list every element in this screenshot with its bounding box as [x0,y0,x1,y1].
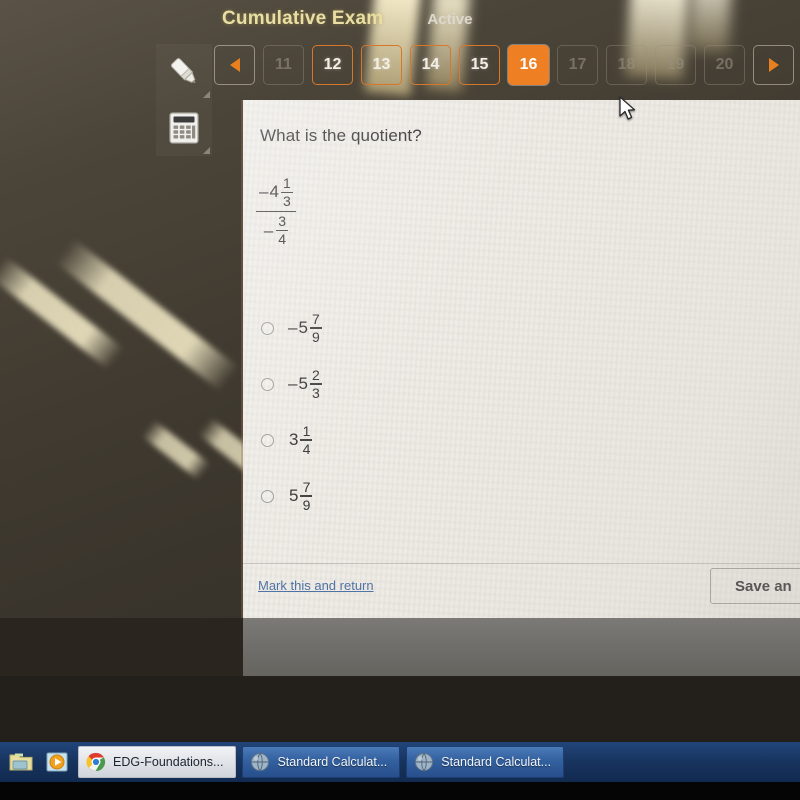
chrome-icon [86,752,106,772]
answer-option-3-value: 3 1 4 [288,422,313,457]
option-1-den: 9 [312,328,320,345]
pager-page-20[interactable]: 20 [704,45,745,85]
screen-bottom-edge [0,782,800,800]
screen-sheen-overlay [243,100,800,618]
option-2-sign: – [288,373,298,393]
calculator-icon [169,112,199,144]
exam-header: Cumulative Exam Active 11 12 13 14 15 16… [0,0,800,100]
play-circle-icon [46,752,68,772]
desktop-background-left [0,618,243,678]
calculator-window-icon [251,752,270,772]
calculator-window-icon [415,752,434,772]
option-1-sign: – [288,317,298,337]
option-3-whole: 3 [289,429,299,449]
math-expression: – 4 1 3 – 3 4 [255,175,297,248]
option-4-den: 9 [302,496,311,513]
expression-numerator: – 4 1 3 [255,175,297,210]
numerator-fraction-num: 1 [283,175,291,191]
answer-option-2[interactable]: – 5 2 3 [255,356,322,412]
expression-denominator: – 3 4 [260,213,292,248]
triangle-left-icon [229,58,240,72]
taskbar-window-calculator-2[interactable]: Standard Calculat... [406,746,565,778]
option-1-num: 7 [312,310,320,327]
pager-page-17[interactable]: 17 [557,45,598,85]
taskbar-window-calculator-2-label: Standard Calculat... [441,755,552,769]
option-3-fraction: 1 4 [300,422,313,457]
highlighter-icon [171,58,196,84]
denominator-fraction-num: 3 [278,213,287,230]
pager-page-15[interactable]: 15 [459,45,500,85]
answer-option-4-value: 5 7 9 [288,478,313,513]
option-4-fraction: 7 9 [300,478,313,513]
taskbar-window-chrome-label: EDG-Foundations... [113,755,224,769]
explorer-icon[interactable] [6,747,36,777]
radio-button-2[interactable] [261,377,274,391]
pager-page-11[interactable]: 11 [263,45,304,85]
answer-option-1-value: – 5 7 9 [288,310,322,345]
option-4-num: 7 [302,478,311,495]
denominator-fraction-den: 4 [278,231,287,248]
status-badge: Active [427,11,473,28]
complex-fraction-bar [255,210,296,213]
option-1-fraction: 7 9 [309,310,322,345]
tool-rail [156,44,212,156]
calculator-tool[interactable] [156,100,212,156]
answer-option-2-value: – 5 2 3 [288,366,322,401]
radio-button-1[interactable] [261,321,274,335]
option-3-den: 4 [302,440,311,457]
folder-icon [9,753,33,771]
pager-prev-button[interactable] [214,45,255,85]
taskbar-window-calculator-1[interactable]: Standard Calculat... [242,746,401,778]
numerator-whole: 4 [269,182,279,202]
mark-this-and-return-link[interactable]: Mark this and return [258,578,374,593]
taskbar-window-chrome[interactable]: EDG-Foundations... [78,746,237,778]
answer-option-3[interactable]: 3 1 4 [255,412,322,468]
option-2-fraction: 2 3 [309,366,322,401]
answer-option-4[interactable]: 5 7 9 [255,468,322,524]
option-4-whole: 5 [289,485,299,505]
answer-option-1[interactable]: – 5 7 9 [255,300,322,356]
question-prompt: What is the quotient? [260,126,422,145]
taskbar-window-calculator-1-label: Standard Calculat... [277,755,388,769]
media-player-icon[interactable] [42,747,72,777]
pager-page-19[interactable]: 19 [655,45,696,85]
pager-page-12[interactable]: 12 [312,45,353,85]
option-2-num: 2 [312,366,320,383]
pager-page-16-current[interactable]: 16 [508,45,549,85]
page-title: Cumulative Exam [222,8,384,29]
answer-options: – 5 7 9 – 5 2 3 3 1 4 5 7 9 [255,300,322,524]
numerator-fraction-den: 3 [283,193,291,210]
numerator-fraction: 1 3 [280,175,293,210]
photographed-monitor-scene: Cumulative Exam Active 11 12 13 14 15 16… [0,0,800,800]
numerator-sign: – [259,182,269,202]
triangle-right-icon [768,58,779,72]
option-2-whole: 5 [298,373,308,393]
desktop-background-band [0,676,800,742]
pager-next-button[interactable] [753,45,794,85]
denominator-fraction: 3 4 [276,213,289,248]
option-3-num: 1 [302,422,311,439]
footer-divider [243,563,800,564]
save-and-exit-button[interactable]: Save an [710,568,800,604]
question-panel: What is the quotient? – 4 1 3 – 3 4 – 5 … [243,100,800,618]
pager-page-13[interactable]: 13 [361,45,402,85]
option-1-whole: 5 [298,317,308,337]
pager-page-14[interactable]: 14 [410,45,451,85]
option-2-den: 3 [312,384,320,401]
browser-chrome-strip [243,618,800,676]
windows-taskbar[interactable]: EDG-Foundations... Standard Calculat... … [0,742,800,782]
header-titles: Cumulative Exam Active [222,8,472,30]
highlighter-tool[interactable] [156,44,212,100]
radio-button-4[interactable] [261,489,274,503]
denominator-sign: – [263,220,274,240]
question-pager[interactable]: 11 12 13 14 15 16 17 18 19 20 [214,45,794,85]
radio-button-3[interactable] [261,433,274,447]
pager-page-18[interactable]: 18 [606,45,647,85]
